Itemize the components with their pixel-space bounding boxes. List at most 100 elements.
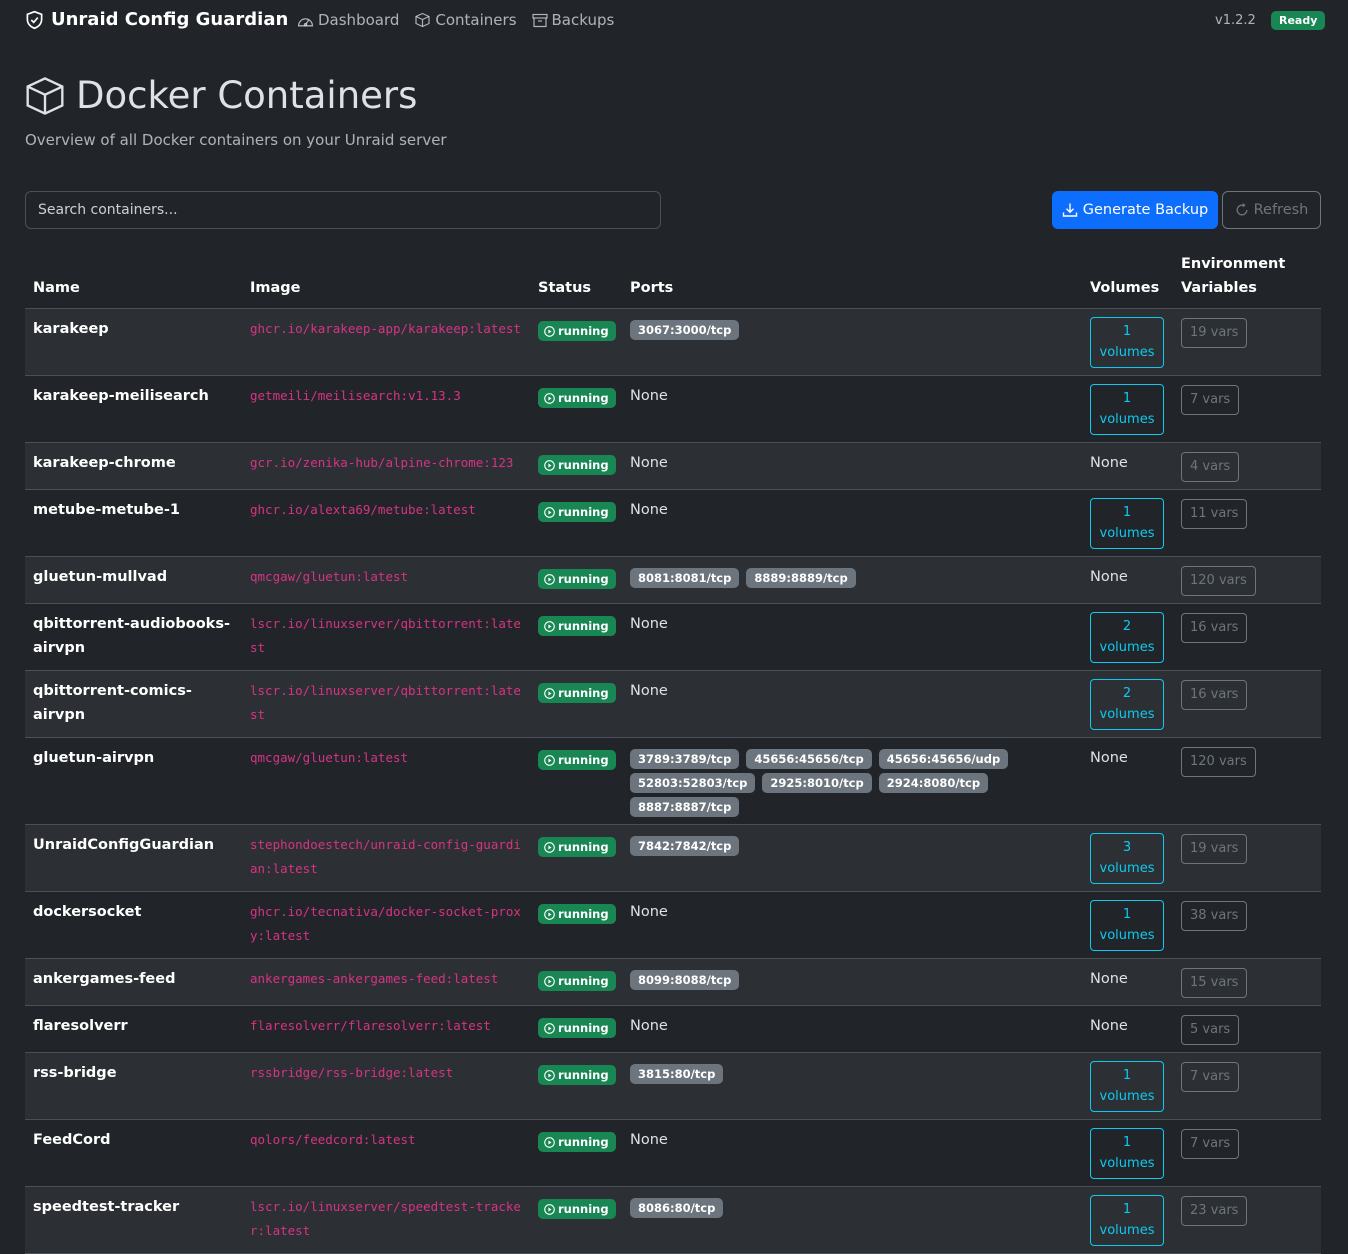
play-circle-icon xyxy=(544,392,555,404)
container-image: flaresolverr/flaresolverr:latest xyxy=(250,1018,491,1033)
status-badge: running xyxy=(538,321,616,341)
env-vars-button[interactable]: 120 vars xyxy=(1181,566,1256,596)
nav-containers-label: Containers xyxy=(435,11,517,29)
volumes-button[interactable]: 1 volumes xyxy=(1090,498,1164,549)
port-list: 8081:8081/tcp 8889:8889/tcp xyxy=(630,565,1074,588)
status-badge: running xyxy=(538,683,616,703)
table-row: karakeep-chrome gcr.io/zenika-hub/alpine-… xyxy=(25,442,1321,490)
env-vars-button[interactable]: 23 vars xyxy=(1181,1196,1248,1226)
cell-ports: 8099:8088/tcp xyxy=(622,958,1082,1006)
cell-env-vars: 16 vars xyxy=(1173,603,1321,671)
volumes-button[interactable]: 3 volumes xyxy=(1090,833,1164,884)
env-vars-button[interactable]: 19 vars xyxy=(1181,834,1248,864)
container-image: gcr.io/zenika-hub/alpine-chrome:123 xyxy=(250,455,514,470)
volumes-button[interactable]: 1 volumes xyxy=(1090,1061,1164,1112)
search-box xyxy=(25,191,661,229)
cell-status: running xyxy=(530,375,622,443)
cell-ports: None xyxy=(622,489,1082,557)
nav-containers[interactable]: Containers xyxy=(414,11,517,29)
status-text: running xyxy=(558,1202,609,1216)
play-circle-icon xyxy=(544,1069,555,1081)
play-circle-icon xyxy=(544,687,555,699)
column-header-image: Image xyxy=(242,252,530,309)
volumes-button[interactable]: 1 volumes xyxy=(1090,317,1164,368)
play-circle-icon xyxy=(544,459,555,471)
cell-ports: 7842:7842/tcp xyxy=(622,824,1082,892)
container-name: ankergames-feed xyxy=(33,971,176,987)
nav-backups[interactable]: Backups xyxy=(531,11,614,29)
cell-ports: 3067:3000/tcp xyxy=(622,308,1082,376)
port-list: 8086:80/tcp xyxy=(630,1195,1074,1218)
ports-none: None xyxy=(630,904,668,920)
nav-dashboard[interactable]: Dashboard xyxy=(297,11,399,29)
cell-name: dockersocket xyxy=(25,891,242,959)
port-badge: 2925:8010/tcp xyxy=(762,773,872,793)
container-image: qmcgaw/gluetun:latest xyxy=(250,569,409,584)
env-vars-button[interactable]: 7 vars xyxy=(1181,1062,1240,1092)
cell-image: ghcr.io/tecnativa/docker-socket-proxy:la… xyxy=(242,891,530,959)
volumes-label: volumes xyxy=(1099,412,1155,427)
env-vars-button[interactable]: 11 vars xyxy=(1181,499,1248,529)
volumes-button[interactable]: 2 volumes xyxy=(1090,679,1164,730)
cell-name: UnraidConfigGuardian xyxy=(25,824,242,892)
env-vars-button[interactable]: 38 vars xyxy=(1181,901,1248,931)
table-row: speedtest-tracker lscr.io/linuxserver/spe… xyxy=(25,1186,1321,1254)
refresh-button[interactable]: Refresh xyxy=(1222,191,1321,229)
download-icon xyxy=(1062,203,1077,217)
cell-status: running xyxy=(530,670,622,738)
volumes-label: volumes xyxy=(1099,707,1155,722)
volumes-button[interactable]: 1 volumes xyxy=(1090,1128,1164,1179)
container-image: qolors/feedcord:latest xyxy=(250,1132,416,1147)
status-text: running xyxy=(558,1021,609,1035)
env-vars-button[interactable]: 7 vars xyxy=(1181,1129,1240,1159)
env-vars-button[interactable]: 16 vars xyxy=(1181,613,1248,643)
volumes-button[interactable]: 1 volumes xyxy=(1090,900,1164,951)
env-vars-button[interactable]: 15 vars xyxy=(1181,968,1248,998)
play-circle-icon xyxy=(544,1203,555,1215)
container-name: gluetun-mullvad xyxy=(33,569,168,585)
shield-check-icon xyxy=(26,10,43,29)
volumes-none: None xyxy=(1090,971,1128,987)
ports-none: None xyxy=(630,1132,668,1148)
env-vars-button[interactable]: 120 vars xyxy=(1181,747,1256,777)
archive-icon xyxy=(531,13,548,27)
cell-volumes: 1 volumes xyxy=(1082,1119,1173,1187)
cell-status: running xyxy=(530,1005,622,1053)
cell-status: running xyxy=(530,1119,622,1187)
cell-image: stephondoestech/unraid-config-guardian:l… xyxy=(242,824,530,892)
volumes-button[interactable]: 1 volumes xyxy=(1090,1195,1164,1246)
env-vars-button[interactable]: 7 vars xyxy=(1181,385,1240,415)
env-vars-button[interactable]: 5 vars xyxy=(1181,1015,1240,1045)
env-vars-button[interactable]: 19 vars xyxy=(1181,318,1248,348)
volumes-label: volumes xyxy=(1099,526,1155,541)
play-circle-icon xyxy=(544,975,555,987)
column-header-volumes: Volumes xyxy=(1082,252,1173,309)
env-vars-button[interactable]: 4 vars xyxy=(1181,452,1240,482)
volumes-count: 1 xyxy=(1122,1068,1132,1083)
cell-name: metube-metube-1 xyxy=(25,489,242,557)
cell-status: running xyxy=(530,737,622,825)
volumes-button[interactable]: 2 volumes xyxy=(1090,612,1164,663)
search-input[interactable] xyxy=(26,192,660,228)
ports-none: None xyxy=(630,683,668,699)
play-circle-icon xyxy=(544,1136,555,1148)
main-nav: Dashboard Containers Backups xyxy=(297,11,629,29)
cell-env-vars: 120 vars xyxy=(1173,737,1321,825)
cell-name: rss-bridge xyxy=(25,1052,242,1120)
volumes-count: 1 xyxy=(1122,1202,1132,1217)
port-badge: 3789:3789/tcp xyxy=(630,749,740,769)
table-row: rss-bridge rssbridge/rss-bridge:latest run… xyxy=(25,1052,1321,1120)
cell-status: running xyxy=(530,824,622,892)
status-text: running xyxy=(558,391,609,405)
cell-env-vars: 23 vars xyxy=(1173,1186,1321,1254)
cell-volumes: None xyxy=(1082,1005,1173,1053)
volumes-button[interactable]: 1 volumes xyxy=(1090,384,1164,435)
cell-volumes: None xyxy=(1082,958,1173,1006)
cell-image: getmeili/meilisearch:v1.13.3 xyxy=(242,375,530,443)
cell-status: running xyxy=(530,442,622,490)
generate-backup-button[interactable]: Generate Backup xyxy=(1052,191,1218,229)
table-header-row: Name Image Status Ports Volumes Environm… xyxy=(25,252,1321,309)
port-badge: 3067:3000/tcp xyxy=(630,320,740,340)
brand[interactable]: Unraid Config Guardian xyxy=(25,9,288,30)
env-vars-button[interactable]: 16 vars xyxy=(1181,680,1248,710)
